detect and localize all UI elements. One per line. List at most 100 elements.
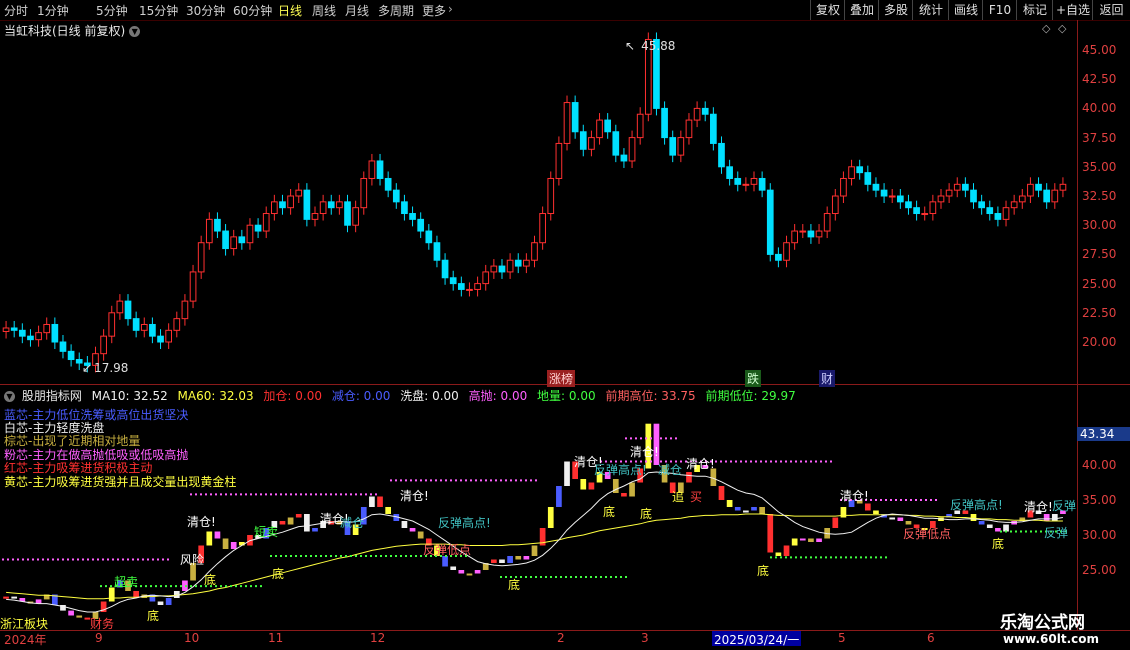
- ann-di-8: 底: [147, 609, 160, 623]
- more-chevron-icon[interactable]: ›: [448, 2, 453, 16]
- price-tick: 20.00: [1082, 335, 1117, 349]
- period-tab-more[interactable]: 更多: [422, 2, 446, 19]
- signal-bar: [799, 538, 806, 541]
- ann-fantan-2: 反弹: [1052, 499, 1077, 513]
- candle-body: [1010, 201, 1018, 209]
- period-tab-30min[interactable]: 30分钟: [186, 2, 225, 19]
- multi-stock-button[interactable]: 多股: [878, 0, 913, 20]
- signal-bar: [417, 531, 424, 539]
- candle-body: [823, 213, 831, 232]
- candle-body: [579, 131, 587, 150]
- signal-bar: [621, 493, 627, 497]
- indicator-chart[interactable]: [0, 400, 1077, 630]
- candle-body: [466, 288, 473, 291]
- price-chart[interactable]: [0, 20, 1077, 384]
- ma10-line: [6, 471, 1063, 613]
- x-label-10: 10: [184, 631, 200, 645]
- period-tab-15min[interactable]: 15分钟: [139, 2, 178, 19]
- x-label-12: 12: [370, 631, 386, 645]
- candle-body: [132, 318, 140, 331]
- add-watchlist-button[interactable]: +自选: [1052, 0, 1093, 20]
- candle-body: [848, 166, 855, 179]
- period-tab-fenshi[interactable]: 分时: [4, 2, 28, 19]
- candle-body: [701, 107, 709, 115]
- candle-body: [10, 327, 18, 331]
- candle-body: [344, 201, 351, 226]
- candle-body: [417, 218, 425, 232]
- ann-rebound-high-2: 反弹高点!: [594, 463, 647, 477]
- price-tick: 42.50: [1082, 72, 1117, 87]
- price-tick: 27.50: [1082, 247, 1117, 262]
- candle-body: [539, 213, 546, 244]
- x-label-11: 11: [268, 631, 284, 645]
- candle-body: [978, 201, 985, 209]
- period-tab-60min[interactable]: 60分钟: [233, 2, 272, 19]
- event-cai[interactable]: 财: [819, 370, 836, 387]
- signal-bar: [157, 601, 164, 605]
- event-die[interactable]: 跌: [745, 370, 762, 387]
- candle-body: [449, 277, 457, 285]
- ann-di-5: 底: [204, 573, 217, 587]
- period-tab-monthly[interactable]: 月线: [345, 2, 369, 19]
- signal-bar: [385, 507, 392, 514]
- candle-body: [758, 177, 766, 191]
- indicator-tick: 25.00: [1082, 563, 1117, 577]
- overlay-button[interactable]: 叠加: [844, 0, 879, 20]
- candle-body: [482, 271, 490, 285]
- ann-fantan: 反弹: [1044, 526, 1069, 540]
- mark-button[interactable]: 标记: [1016, 0, 1053, 20]
- signal-bar: [734, 507, 741, 511]
- candle-body: [279, 201, 286, 209]
- candle-body: [287, 195, 294, 209]
- period-tab-1min[interactable]: 1分钟: [37, 2, 69, 19]
- candle-body: [563, 102, 571, 144]
- watermark-title: 乐淘公式网: [1000, 613, 1085, 633]
- back-button[interactable]: 返回: [1092, 0, 1130, 20]
- signal-bar: [816, 538, 822, 542]
- period-tab-multi[interactable]: 多周期: [378, 2, 414, 19]
- signal-bar: [450, 566, 457, 570]
- signal-bar: [1003, 524, 1009, 532]
- candle-body: [555, 142, 563, 179]
- draw-line-button[interactable]: 画线: [948, 0, 983, 20]
- signal-bar: [588, 482, 595, 490]
- candle-body: [197, 242, 205, 273]
- candle-body: [628, 137, 636, 162]
- period-tab-daily[interactable]: 日线: [278, 2, 302, 19]
- ann-rebound-high-1: 反弹高点!: [438, 516, 491, 530]
- f10-button[interactable]: F10: [982, 0, 1017, 20]
- candle-body: [262, 213, 270, 232]
- candle-body: [181, 300, 189, 320]
- ann-di-2: 底: [640, 507, 653, 521]
- candle-body: [1059, 183, 1067, 191]
- x-label-2: 2: [557, 631, 565, 645]
- signal-bar: [214, 531, 221, 539]
- signal-bar: [783, 545, 790, 556]
- candle-body: [750, 177, 758, 185]
- candle-body: [506, 259, 514, 273]
- signal-bar: [3, 596, 9, 599]
- stats-button[interactable]: 统计: [912, 0, 949, 20]
- signal-bar: [629, 482, 635, 497]
- candle-body: [59, 341, 67, 352]
- ann-di-7: 底: [757, 564, 770, 578]
- signal-bar: [775, 552, 782, 556]
- candle-body: [124, 300, 132, 320]
- indicator-tick: 35.00: [1082, 493, 1117, 507]
- indicator-tick: 30.00: [1082, 528, 1117, 542]
- event-zhangbang[interactable]: 涨榜: [547, 370, 576, 387]
- signal-bar: [409, 528, 416, 532]
- period-tab-5min[interactable]: 5分钟: [96, 2, 128, 19]
- x-label-3: 3: [641, 631, 649, 645]
- candle-body: [677, 137, 685, 156]
- panel-separator-bottom: [0, 630, 1130, 631]
- ann-jiancang: 减仓: [340, 516, 365, 530]
- ann-di-4: 底: [992, 537, 1005, 551]
- candle-body: [661, 107, 668, 139]
- fuquan-button[interactable]: 复权: [810, 0, 845, 20]
- candle-body: [840, 177, 847, 197]
- signal-bar: [556, 486, 562, 507]
- signal-bar: [726, 500, 733, 507]
- period-tab-weekly[interactable]: 周线: [312, 2, 336, 19]
- price-tick: 22.50: [1082, 305, 1117, 320]
